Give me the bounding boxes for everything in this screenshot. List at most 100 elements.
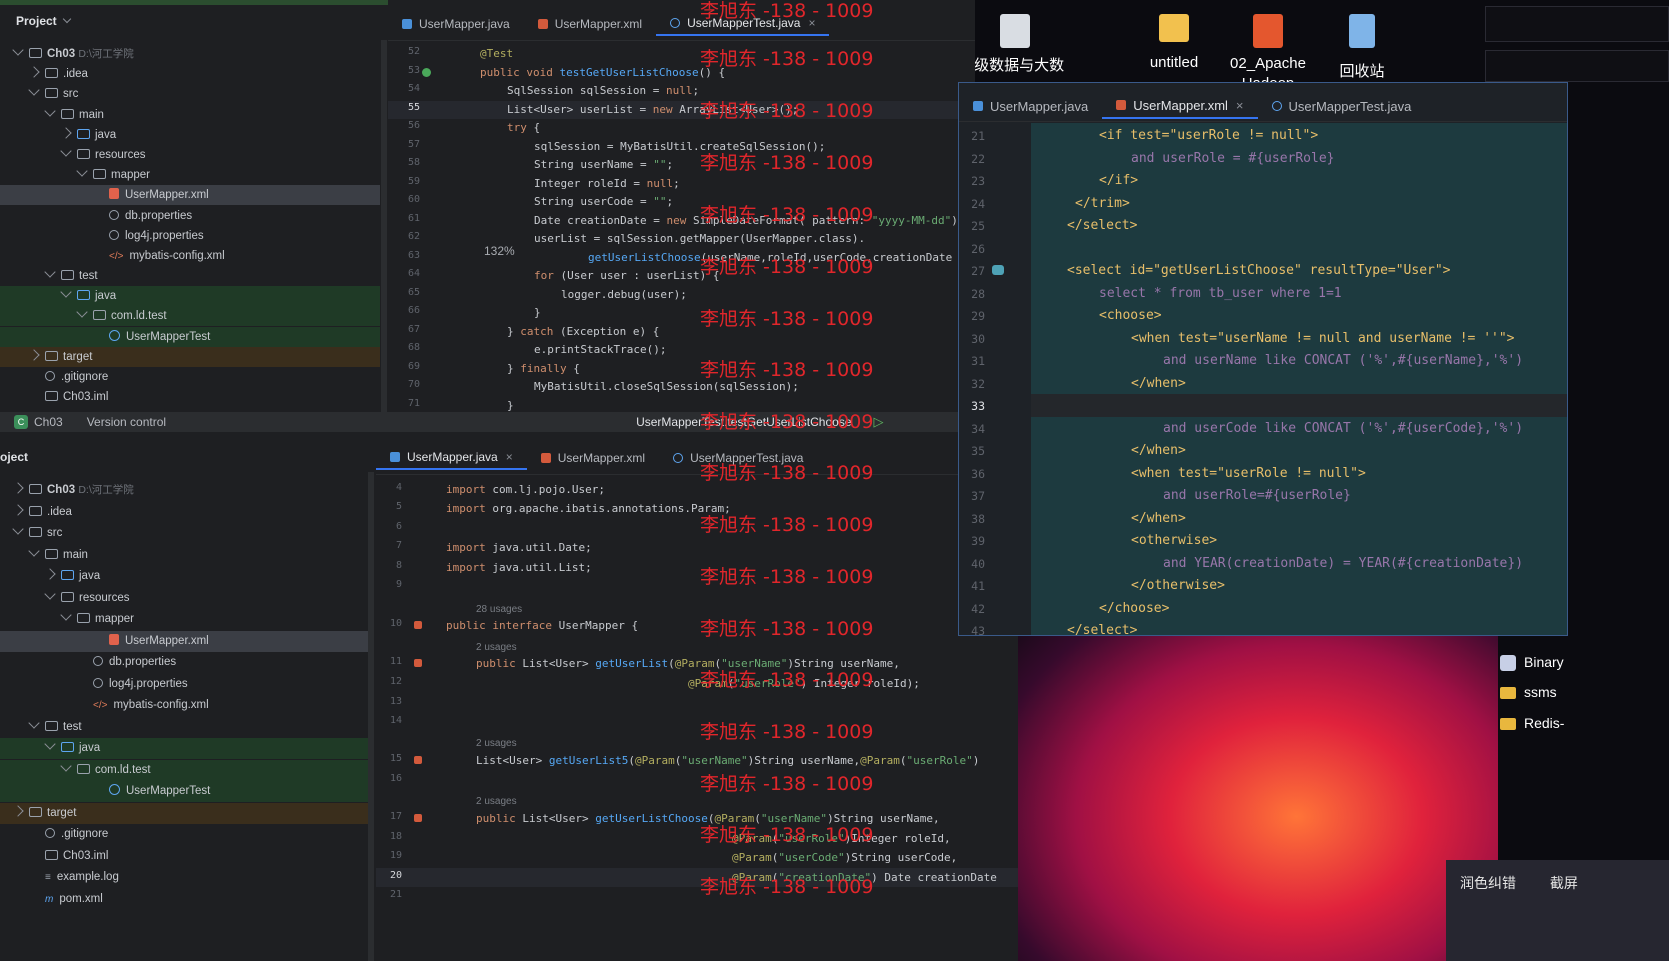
chevron-down-icon[interactable] [44,738,56,750]
tree-item[interactable]: com.ld.test [0,306,380,326]
editor-tab[interactable]: UserMapper.java [959,93,1102,119]
scrollbar[interactable] [381,40,387,412]
tree-item[interactable]: mapper [0,165,380,185]
run-configuration[interactable]: UserMapperTest.testGetUserListChoose [636,415,851,429]
tree-item[interactable]: .gitignore [0,367,380,387]
screenshot-button[interactable]: 截屏 [1520,860,1578,906]
chevron-right-icon[interactable] [28,349,40,361]
close-icon[interactable]: × [808,16,815,30]
line-number: 34 [971,421,985,436]
version-control-menu[interactable]: Version control [87,415,166,429]
chevron-right-icon[interactable] [12,504,24,516]
tree-item[interactable]: UserMapper.xml [0,631,368,652]
chevron-down-icon[interactable] [60,609,72,621]
chevron-down-icon[interactable] [44,266,56,278]
editor-tab[interactable]: UserMapperTest.java × [656,12,830,36]
chevron-right-icon[interactable] [12,482,24,494]
xml-line: and userRole=#{userRole} [1163,488,1351,503]
tree-item[interactable]: UserMapperTest [0,327,380,347]
editor-tab[interactable]: UserMapper.xml × [1102,93,1258,119]
tree-item[interactable]: resources [0,145,380,165]
tree-item[interactable]: test [0,717,368,738]
chevron-down-icon[interactable] [28,717,40,729]
chevron-down-icon[interactable] [76,306,88,318]
chevron-right-icon[interactable] [44,568,56,580]
tree-item[interactable]: com.ld.test [0,760,368,781]
chevron-down-icon[interactable] [12,44,24,56]
project-title[interactable]: oject [0,450,28,464]
editor-tab[interactable]: UserMapperTest.java [659,446,817,470]
chevron-down-icon[interactable] [60,760,72,772]
close-icon[interactable]: × [506,450,513,464]
tree-item[interactable]: log4j.properties [0,226,380,246]
tree-item-label: target [63,351,93,363]
tree-item[interactable]: target [0,803,368,824]
tree-item[interactable]: </> mybatis-config.xml [0,695,368,716]
tree-item[interactable]: .idea [0,502,368,523]
tree-item[interactable]: .idea [0,64,380,84]
project-switcher[interactable]: Ch03 [34,415,63,429]
close-icon[interactable]: × [1236,98,1244,113]
chevron-down-icon[interactable] [60,286,72,298]
editor-tab[interactable]: UserMapper.java [388,12,524,36]
tree-item[interactable]: log4j.properties [0,674,368,695]
implementation-gutter-icon[interactable] [414,814,422,822]
tree-item[interactable]: Ch03 D:\河工学院 [0,480,368,501]
scrollbar[interactable] [368,472,374,961]
chevron-down-icon[interactable] [12,523,24,535]
tree-item[interactable]: Ch03.iml [0,387,380,407]
properties-file-icon [93,678,103,688]
tree-item[interactable]: mapper [0,609,368,630]
desktop-item-redis[interactable]: Redis- [1500,711,1669,735]
project-title[interactable]: Project [16,14,77,28]
tree-item[interactable]: java [0,286,380,306]
tree-item[interactable]: </> mybatis-config.xml [0,246,380,266]
tree-item[interactable]: target [0,347,380,367]
tree-item[interactable]: resources [0,588,368,609]
tree-item[interactable]: ≡ example.log [0,867,368,888]
mapper-navigation-icon[interactable] [992,265,1004,275]
implementation-gutter-icon[interactable] [414,659,422,667]
tree-item[interactable]: .gitignore [0,824,368,845]
editor-tab[interactable]: UserMapper.java × [376,446,527,470]
tree-item[interactable]: test [0,266,380,286]
chevron-down-icon[interactable] [28,84,40,96]
desktop-icon-recycle-bin[interactable]: 回收站 [1307,14,1417,81]
editor-tab[interactable]: UserMapper.xml [524,12,656,36]
tree-item[interactable]: Ch03.iml [0,846,368,867]
editor-tabs-bottom: UserMapper.java × UserMapper.xml UserMapper… [376,446,817,470]
chevron-down-icon[interactable] [44,588,56,600]
desktop-item-ssms[interactable]: ssms [1500,680,1669,704]
tree-item[interactable]: java [0,738,368,759]
tree-item[interactable]: java [0,566,368,587]
tree-item[interactable]: UserMapperTest [0,781,368,802]
implementation-gutter-icon[interactable] [414,756,422,764]
implementation-gutter-icon[interactable] [414,621,422,629]
folder-icon [29,48,42,58]
chevron-right-icon[interactable] [12,805,24,817]
polish-button[interactable]: 润色纠错 [1446,860,1516,906]
tree-item[interactable]: src [0,84,380,104]
desktop-icon-data[interactable]: 4级数据与大数 [960,14,1070,74]
tree-item[interactable]: db.properties [0,652,368,673]
chevron-down-icon[interactable] [28,545,40,557]
chevron-down-icon[interactable] [76,165,88,177]
tree-item[interactable]: main [0,105,380,125]
tree-item[interactable]: main [0,545,368,566]
run-icon[interactable]: ▷ [874,414,884,430]
chevron-down-icon[interactable] [44,105,56,117]
editor-tab[interactable]: UserMapperTest.java [1258,93,1426,119]
tree-item[interactable]: Ch03 D:\河工学院 [0,44,380,64]
editor-tab[interactable]: UserMapper.xml [527,446,659,470]
tree-item[interactable]: m pom.xml [0,889,368,910]
desktop-item-binary[interactable]: Binary [1500,650,1669,674]
tree-item[interactable]: db.properties [0,206,380,226]
chevron-right-icon[interactable] [28,66,40,78]
xml-code-area[interactable]: <if test="userRole != null"> and userRole… [1031,123,1567,635]
tree-item[interactable]: src [0,523,368,544]
chevron-down-icon[interactable] [60,145,72,157]
tree-item[interactable]: java [0,125,380,145]
chevron-right-icon[interactable] [60,127,72,139]
tree-item[interactable]: UserMapper.xml [0,185,380,205]
run-gutter-icon[interactable] [422,67,431,77]
